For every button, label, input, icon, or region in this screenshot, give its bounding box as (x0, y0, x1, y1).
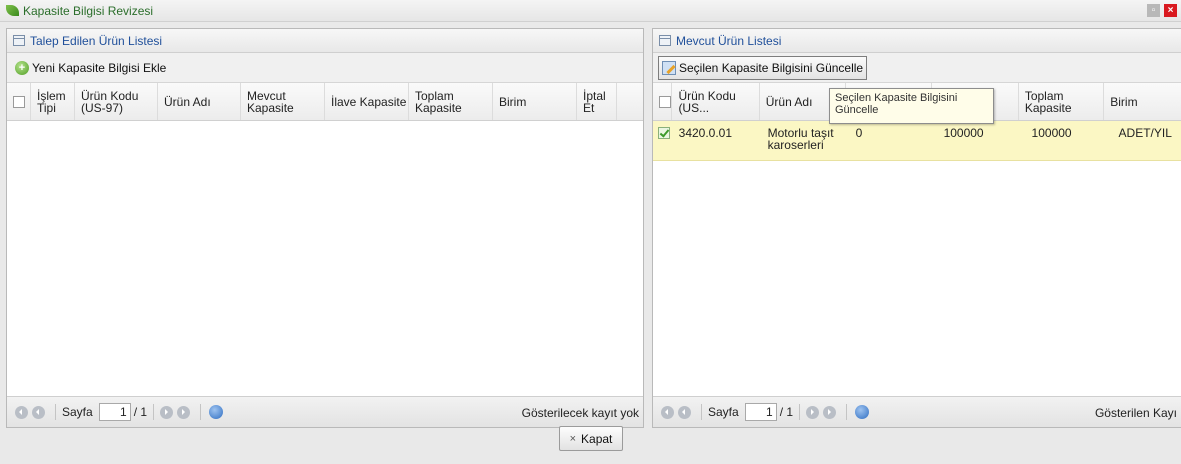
grid-header: İşlem Tipi Ürün Kodu (US-97) Ürün Adı Me… (7, 83, 643, 121)
window-body: Talep Edilen Ürün Listesi + Yeni Kapasit… (0, 22, 1181, 464)
edit-icon (662, 60, 676, 75)
refresh-icon[interactable] (209, 405, 224, 419)
add-capacity-button[interactable]: + Yeni Kapasite Bilgisi Ekle (12, 59, 169, 77)
refresh-icon[interactable] (855, 405, 870, 419)
pager: Sayfa 1 / 1 Gösterilecek kayıt yok (7, 396, 643, 427)
pager-status: Gösterilecek kayıt yok (521, 406, 639, 420)
update-capacity-label: Seçilen Kapasite Bilgisini Güncelle (679, 60, 864, 75)
cell-product-code: 3420.0.01 (678, 126, 733, 140)
close-button-label: Kapat (581, 431, 613, 446)
toolbar: + Yeni Kapasite Bilgisi Ekle (7, 53, 643, 83)
update-capacity-button[interactable]: Seçilen Kapasite Bilgisini Güncelle (658, 55, 868, 80)
pager-separator (799, 404, 801, 420)
pager-separator (701, 404, 702, 420)
add-capacity-label: Yeni Kapasite Bilgisi Ekle (32, 60, 167, 75)
window-titlebar: Kapasite Bilgisi Revizesi ▫ × (0, 0, 1181, 22)
next-page-icon[interactable] (160, 405, 174, 419)
page-total: / 1 (779, 405, 794, 419)
grid-body: 3420.0.01 Motorlu taşıt karoserleri 0 10… (653, 121, 1181, 161)
requested-products-panel: Talep Edilen Ürün Listesi + Yeni Kapasit… (6, 28, 644, 428)
col-header-total-capacity[interactable]: Toplam Kapasite (409, 83, 493, 120)
prev-page-icon[interactable] (32, 405, 45, 419)
pager-status: Gösterilen Kayı (1094, 406, 1177, 420)
table-row[interactable]: 3420.0.01 Motorlu taşıt karoserleri 0 10… (653, 121, 1181, 161)
last-page-icon[interactable] (177, 405, 191, 419)
add-icon: + (15, 60, 29, 75)
row-checkbox[interactable] (653, 121, 673, 160)
col-header-total-capacity[interactable]: Toplam Kapasite (1019, 83, 1105, 120)
next-page-icon[interactable] (806, 405, 820, 419)
page-total: / 1 (133, 405, 148, 419)
cell-total-capacity: 100000 (1031, 126, 1072, 140)
close-button[interactable]: × Kapat (559, 426, 623, 451)
col-header-product-name[interactable]: Ürün Adı (158, 83, 241, 120)
window-title: Kapasite Bilgisi Revizesi (23, 3, 154, 18)
window-controls: ▫ × (1147, 4, 1177, 17)
update-button-tooltip: Seçilen Kapasite Bilgisini Güncelle (829, 88, 994, 124)
page-label: Sayfa (62, 405, 93, 419)
select-all-checkbox[interactable] (7, 83, 31, 120)
toolbar: Seçilen Kapasite Bilgisini Güncelle (653, 53, 1181, 83)
panel-title: Mevcut Ürün Listesi (676, 33, 782, 48)
window-leaf-icon (6, 5, 19, 16)
pager-separator (846, 404, 848, 420)
panel-header: Talep Edilen Ürün Listesi (7, 29, 643, 53)
cell-current-capacity: 0 (855, 126, 863, 140)
panel-header: Mevcut Ürün Listesi (653, 29, 1181, 53)
page-input[interactable]: 1 (98, 403, 131, 421)
pager-separator (153, 404, 155, 420)
panel-window-icon (659, 35, 671, 46)
cell-additional-capacity: 100000 (943, 126, 984, 140)
minimize-icon[interactable]: ▫ (1147, 4, 1160, 17)
col-header-additional-capacity[interactable]: İlave Kapasite (325, 83, 409, 120)
col-header-operation-type[interactable]: İşlem Tipi (31, 83, 75, 120)
select-all-checkbox[interactable] (653, 83, 673, 120)
first-page-icon[interactable] (15, 405, 28, 419)
close-icon[interactable]: × (1164, 4, 1177, 17)
first-page-icon[interactable] (661, 405, 674, 419)
col-header-product-code[interactable]: Ürün Kodu (US... (672, 83, 760, 120)
col-header-current-capacity[interactable]: Mevcut Kapasite (241, 83, 325, 120)
close-x-icon: × (569, 432, 577, 445)
panel-title: Talep Edilen Ürün Listesi (30, 33, 163, 48)
pager: Sayfa 1 / 1 Gösterilen Kayı (653, 396, 1181, 427)
pager-separator (200, 404, 202, 420)
panel-window-icon (13, 35, 25, 46)
cell-product-name: Motorlu taşıt karoserleri (767, 126, 834, 152)
col-header-product-code[interactable]: Ürün Kodu (US-97) (75, 83, 158, 120)
page-label: Sayfa (708, 405, 739, 419)
page-input[interactable]: 1 (744, 403, 777, 421)
pager-separator (55, 404, 56, 420)
col-header-cancel[interactable]: İptal Et (577, 83, 617, 120)
last-page-icon[interactable] (823, 405, 837, 419)
col-header-unit[interactable]: Birim (493, 83, 577, 120)
cell-unit: ADET/YIL (1118, 126, 1172, 140)
col-header-unit[interactable]: Birim (1104, 83, 1181, 120)
prev-page-icon[interactable] (678, 405, 691, 419)
